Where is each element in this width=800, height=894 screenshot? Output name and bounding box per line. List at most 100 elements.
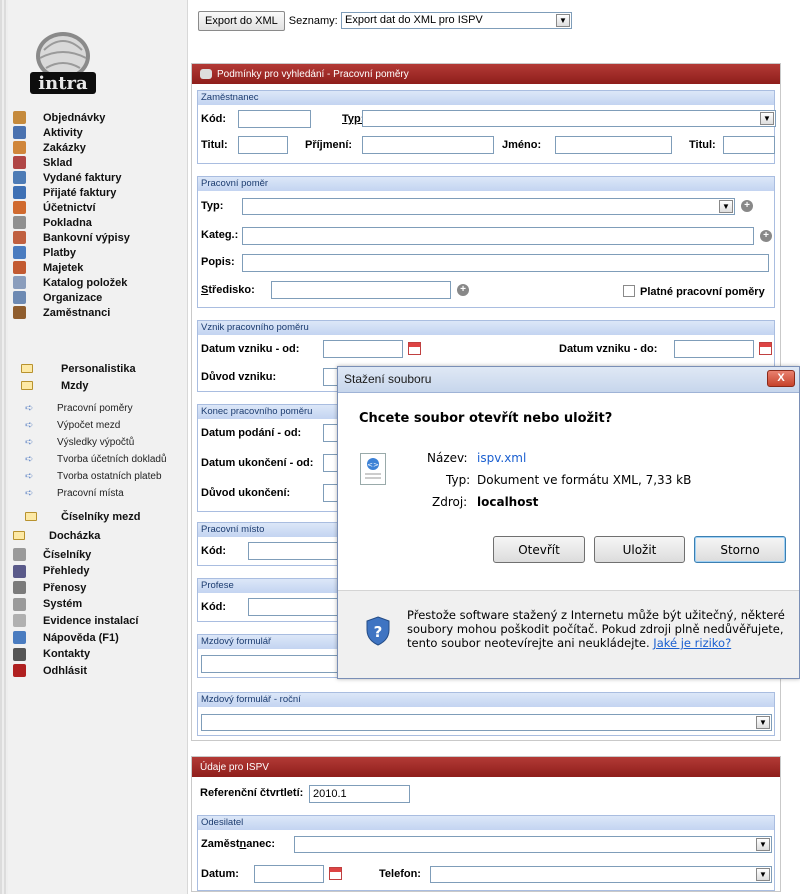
sidebar-item[interactable]: Majetek — [13, 260, 83, 275]
lists-select-value: Export dat do XML pro ISPV — [345, 14, 483, 26]
sidebar-item[interactable]: Aktivity — [13, 125, 83, 140]
sidebar-item-label: Tvorba ostatních plateb — [57, 471, 162, 482]
save-button[interactable]: Uložit — [594, 536, 685, 563]
chevron-down-icon[interactable]: ▼ — [719, 200, 733, 213]
sidebar-item-label: Vydané faktury — [43, 171, 122, 184]
calendar-icon[interactable] — [408, 342, 421, 355]
dialog-title: Stažení souboru — [344, 372, 432, 386]
sidebar-item-label: Docházka — [49, 529, 101, 542]
jmeno-input[interactable] — [555, 136, 672, 154]
sidebar-item-label: Účetnictví — [43, 201, 96, 214]
kod-input[interactable] — [238, 110, 311, 128]
calendar-icon — [13, 126, 26, 139]
section-mzdovy-rocni: Mzdový formulář - roční ▼ — [197, 692, 775, 736]
svg-text:<>: <> — [367, 461, 379, 469]
misto-kod-input[interactable] — [248, 542, 348, 560]
chevron-down-icon[interactable]: ▼ — [756, 868, 770, 881]
sidebar-item[interactable]: Přenosy — [13, 580, 86, 595]
mzdovy-input[interactable] — [201, 655, 341, 673]
sidebar-item[interactable]: Číselníky mezd — [13, 509, 140, 524]
warning-risk-link[interactable]: Jaké je riziko? — [653, 636, 731, 650]
mzdovy-rocni-select[interactable]: ▼ — [201, 714, 772, 731]
sidebar-item[interactable]: Kontakty — [13, 647, 90, 662]
bank-statement-icon — [13, 231, 26, 244]
sidebar-item[interactable]: Organizace — [13, 290, 102, 305]
sidebar-item[interactable]: Bankovní výpisy — [13, 230, 130, 245]
sidebar-item[interactable]: Katalog položek — [13, 275, 127, 290]
chevron-down-icon[interactable]: ▼ — [756, 838, 770, 851]
sidebar-item[interactable]: ➪ Pracovní místa — [13, 486, 124, 501]
file-download-dialog: Stažení souboru X Chcete soubor otevřít … — [337, 366, 800, 679]
sidebar-item[interactable]: Platby — [13, 245, 76, 260]
sidebar-item[interactable]: ➪ Výsledky výpočtů — [13, 435, 134, 450]
sidebar-item[interactable]: Pokladna — [13, 215, 92, 230]
telefon-select[interactable]: ▼ — [430, 866, 772, 883]
prijmeni-input[interactable] — [362, 136, 494, 154]
export-xml-button[interactable]: Export do XML — [198, 11, 285, 31]
kateg-input[interactable] — [242, 227, 754, 245]
sidebar-item[interactable]: Přijaté faktury — [13, 185, 116, 200]
chevron-down-icon[interactable]: ▼ — [760, 112, 774, 125]
chevron-down-icon[interactable]: ▼ — [756, 716, 770, 729]
section-header: Pracovní poměr — [198, 177, 774, 191]
sidebar-item[interactable]: Nápověda (F1) — [13, 630, 119, 645]
popis-input[interactable] — [242, 254, 769, 272]
sidebar-item[interactable]: Evidence instalací — [13, 613, 138, 628]
calendar-icon[interactable] — [329, 867, 342, 880]
sidebar-item[interactable]: Vydané faktury — [13, 170, 121, 185]
lists-label: Seznamy: — [288, 15, 338, 27]
ref-ctvrtleti-input[interactable]: 2010.1 — [309, 785, 410, 803]
vznik-od-input[interactable] — [323, 340, 403, 358]
sidebar-item[interactable]: Přehledy — [13, 564, 89, 579]
source-label: Zdroj: — [432, 495, 468, 509]
open-button[interactable]: Otevřít — [493, 536, 585, 563]
platne-checkbox[interactable] — [623, 285, 635, 297]
sidebar-item-label: Zakázky — [43, 141, 86, 154]
pp-typ-select[interactable]: ▼ — [242, 198, 735, 215]
profese-kod-input[interactable] — [248, 598, 348, 616]
type-label: Typ: — [446, 473, 471, 487]
sidebar-item[interactable]: Odhlásit — [13, 663, 87, 678]
warehouse-icon — [13, 156, 26, 169]
add-icon[interactable]: + — [741, 200, 753, 212]
cancel-button[interactable]: Storno — [694, 536, 786, 563]
arrow-icon: ➪ — [25, 420, 34, 431]
sidebar-item[interactable]: Účetnictví — [13, 200, 96, 215]
sidebar-item[interactable]: Systém — [13, 597, 82, 612]
titul-input[interactable] — [238, 136, 288, 154]
zamestnanec-label-a: Zaměst — [201, 838, 240, 850]
cash-register-icon — [13, 216, 26, 229]
sidebar-item[interactable]: ➪ Výpočet mezd — [13, 418, 120, 433]
titul2-label: Titul: — [689, 139, 716, 151]
sidebar-item-label: Personalistika — [61, 362, 136, 375]
lists-select[interactable]: Export dat do XML pro ISPV ▼ — [341, 12, 572, 29]
sidebar-item[interactable]: Docházka — [13, 528, 100, 543]
sidebar-item[interactable]: ➪ Tvorba účetních dokladů — [13, 452, 167, 467]
calendar-icon[interactable] — [759, 342, 772, 355]
sidebar-item-label: Bankovní výpisy — [43, 231, 130, 244]
zamestnanec-select[interactable]: ▼ — [294, 836, 772, 853]
typ-select[interactable]: ▼ — [362, 110, 776, 127]
sidebar-item[interactable]: Personalistika — [13, 361, 136, 376]
datum-input[interactable] — [254, 865, 324, 883]
sidebar-item[interactable]: Zakázky — [13, 140, 86, 155]
chevron-down-icon[interactable]: ▼ — [556, 14, 570, 27]
add-icon[interactable]: + — [457, 284, 469, 296]
name-label: Název: — [427, 451, 468, 465]
add-icon[interactable]: + — [760, 230, 772, 242]
vznik-do-input[interactable] — [674, 340, 754, 358]
datum-label: Datum: — [201, 868, 239, 880]
sidebar-item[interactable]: Zaměstnanci — [13, 305, 110, 320]
sidebar-item[interactable]: Mzdy — [13, 378, 89, 393]
sidebar-item[interactable]: ➪ Tvorba ostatních plateb — [13, 469, 162, 484]
close-icon[interactable]: X — [767, 370, 795, 387]
svg-text:?: ? — [374, 623, 383, 641]
sidebar-item[interactable]: Číselníky — [13, 547, 91, 562]
stredisko-input[interactable] — [271, 281, 451, 299]
titul2-input[interactable] — [723, 136, 775, 154]
dialog-titlebar[interactable]: Stažení souboru X — [338, 367, 799, 393]
sidebar-item[interactable]: Objednávky — [13, 110, 105, 125]
vznik-do-label: Datum vzniku - do: — [559, 343, 658, 355]
sidebar-item[interactable]: Sklad — [13, 155, 72, 170]
sidebar-item[interactable]: ➪ Pracovní poměry — [13, 401, 133, 416]
